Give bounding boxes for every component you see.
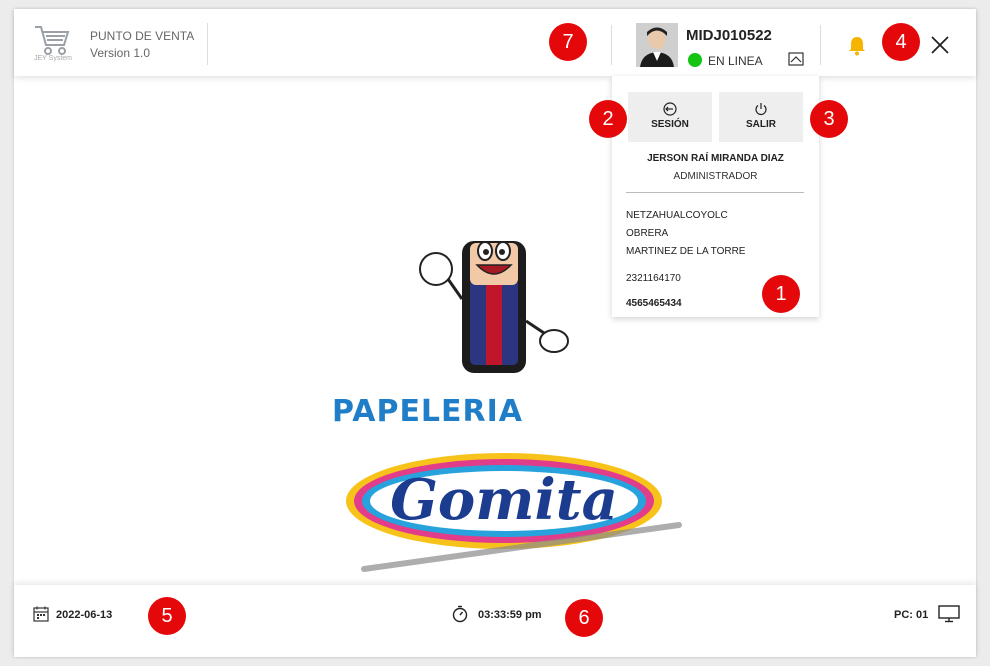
user-code: 4565465434 xyxy=(626,298,682,309)
callout-badge-3: 3 xyxy=(810,100,848,138)
user-id: MIDJ010522 xyxy=(686,27,772,44)
address-line-2: OBRERA xyxy=(626,228,669,239)
cart-icon: JEY System xyxy=(32,23,72,63)
callout-badge-1: 1 xyxy=(762,275,800,313)
header-bar: JEY System PUNTO DE VENTA Version 1.0 7 … xyxy=(14,9,976,76)
user-full-name: JERSON RAÍ MIRANDA DIAZ xyxy=(647,153,784,164)
user-role: ADMINISTRADOR xyxy=(673,171,758,182)
app-version: Version 1.0 xyxy=(90,46,151,60)
callout-badge-5: 5 xyxy=(148,597,186,635)
stopwatch-icon xyxy=(452,605,468,623)
divider xyxy=(207,23,208,65)
mascot-logo xyxy=(414,221,574,391)
brand-papeleria-text: PAPELERIA xyxy=(332,394,524,429)
current-time: 03:33:59 pm xyxy=(478,609,542,621)
address-line-3: MARTINEZ DE LA TORRE xyxy=(626,246,746,257)
main-content: PAPELERIA Gomita xyxy=(14,76,976,585)
footer-bar: 2022-06-13 5 03:33:59 pm 6 PC: 01 xyxy=(14,585,976,657)
monitor-icon xyxy=(938,605,960,623)
bell-icon[interactable] xyxy=(848,36,866,56)
current-date: 2022-06-13 xyxy=(56,609,113,621)
brand-gomita-logo: Gomita xyxy=(344,441,684,581)
callout-badge-6: 6 xyxy=(565,599,603,637)
callout-badge-4: 4 xyxy=(882,23,920,61)
collapse-icon[interactable] xyxy=(788,52,804,66)
divider xyxy=(611,25,612,65)
callout-badge-7: 7 xyxy=(549,23,587,61)
callout-badge-2: 2 xyxy=(589,100,627,138)
brand-small-label: JEY System xyxy=(34,55,72,62)
pc-label: PC: 01 xyxy=(894,609,929,621)
session-button-label: SESIÓN xyxy=(651,119,689,130)
power-icon xyxy=(754,102,768,116)
session-button[interactable]: SESIÓN xyxy=(628,92,712,142)
exit-button-label: SALIR xyxy=(746,119,776,130)
calendar-icon xyxy=(33,606,49,622)
app-window: JEY System PUNTO DE VENTA Version 1.0 7 … xyxy=(14,9,976,657)
divider xyxy=(820,25,821,65)
app-name: PUNTO DE VENTA xyxy=(90,29,195,43)
close-icon[interactable] xyxy=(930,35,950,55)
divider xyxy=(626,192,804,193)
brand-gomita-text: Gomita xyxy=(390,467,618,533)
phone-number: 2321164170 xyxy=(626,273,681,284)
exit-button[interactable]: SALIR xyxy=(719,92,803,142)
status-online-icon xyxy=(688,53,702,67)
avatar[interactable] xyxy=(636,23,678,67)
session-icon xyxy=(663,102,677,116)
status-text: EN LINEA xyxy=(708,54,763,68)
address-line-1: NETZAHUALCOYOLC xyxy=(626,210,728,221)
